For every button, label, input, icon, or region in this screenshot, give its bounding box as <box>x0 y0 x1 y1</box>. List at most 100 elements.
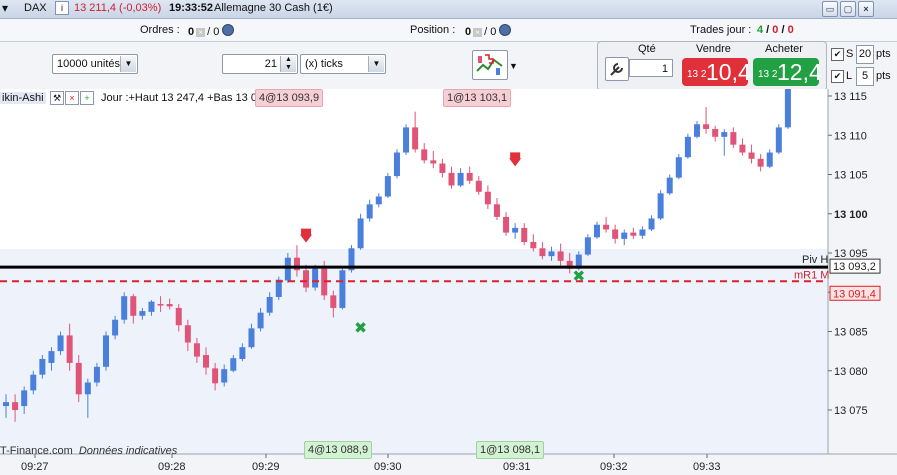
x-tick-label: 09:30 <box>374 461 402 473</box>
orders-bar: Ordres : 0 ×/ 0 Position : 0 ×/ 0 Trades j… <box>0 19 897 42</box>
pivot-label: Piv H <box>802 254 828 266</box>
close-position-icon[interactable]: × <box>473 28 483 37</box>
sell-button[interactable]: 13 2 10,4 <box>682 58 751 86</box>
cancel-orders-icon[interactable]: × <box>196 28 206 37</box>
candle-body <box>266 296 273 313</box>
x-axis-area <box>0 454 897 475</box>
candle-body <box>257 312 264 329</box>
candle-body <box>648 218 655 230</box>
candle-body <box>330 295 337 308</box>
candle-body <box>784 89 791 128</box>
orders-settings-icon[interactable] <box>222 24 235 36</box>
info-icon[interactable]: i <box>55 1 69 15</box>
x-tick-label: 09:29 <box>252 461 280 473</box>
candle-body <box>457 172 464 186</box>
orders-value: 0 <box>188 26 195 38</box>
pivot-price-label: 13 093,2 <box>833 261 876 273</box>
candle-body <box>30 374 37 391</box>
candle-body <box>357 218 364 249</box>
symbol-label[interactable]: DAX <box>24 2 47 14</box>
indicator-add-icon[interactable]: + <box>80 91 94 105</box>
execution-tag-top[interactable]: 4@13 093,9 <box>255 89 324 107</box>
chart-tools-button[interactable] <box>472 50 508 80</box>
candle-body <box>130 296 137 316</box>
candle-body <box>748 152 755 159</box>
candle-body <box>393 152 400 177</box>
execution-tag-bottom[interactable]: 4@13 088,9 <box>304 441 373 459</box>
chevron-down-icon[interactable]: ▼ <box>120 56 136 72</box>
instrument-name: Allemagne 30 Cash (1€) <box>214 2 333 14</box>
indicator-settings-icon[interactable]: ⚒ <box>50 91 64 105</box>
clock: 19:33:52 <box>169 2 214 14</box>
trade-panel: Qté 1 Vendre Acheter 13 2 10,4 13 2 12,4 <box>597 41 827 91</box>
candle-body <box>775 127 782 153</box>
candle-body <box>66 335 73 363</box>
candle-body <box>721 132 728 137</box>
candle-body <box>312 268 319 288</box>
candle-body <box>766 152 773 167</box>
candle-body <box>339 270 346 308</box>
y-tick-label: 13 110 <box>834 130 867 142</box>
wrench-button[interactable] <box>605 57 629 81</box>
position-count[interactable]: 0 ×/ 0 <box>465 24 512 38</box>
buy-price-prefix: 13 2 <box>758 69 778 80</box>
ticks-spinner[interactable]: 21 ▲ ▼ <box>222 54 298 74</box>
stop-value-input[interactable]: 20 <box>856 45 874 64</box>
candle-body <box>48 351 55 363</box>
limit-value-input[interactable]: 5 <box>856 67 874 86</box>
maximize-button[interactable]: ▢ <box>840 1 856 17</box>
price-chart[interactable]: 13 11513 11013 10513 10013 09513 09013 0… <box>0 89 897 475</box>
stop-checkbox[interactable]: ✔ <box>831 48 844 61</box>
candle-body <box>84 382 91 395</box>
buy-label: Acheter <box>765 43 803 55</box>
buy-button[interactable]: 13 2 12,4 <box>753 58 822 86</box>
limit-checkbox[interactable]: ✔ <box>831 70 844 83</box>
candle-body <box>612 229 619 239</box>
y-tick-label: 13 095 <box>834 248 868 260</box>
candle-body <box>539 248 546 257</box>
candle-body <box>284 257 291 281</box>
sell-price: 10,4 <box>706 59 751 85</box>
candle-body <box>248 328 255 348</box>
mr1-price-label: 13 091,4 <box>833 288 876 300</box>
buy-price: 12,4 <box>777 59 822 85</box>
mr1-label: mR1 M <box>794 269 829 281</box>
close-button[interactable]: × <box>858 1 874 17</box>
candle-body <box>275 279 282 297</box>
execution-tag-bottom[interactable]: 1@13 098,1 <box>476 441 545 459</box>
candle-body <box>12 402 19 410</box>
qty-label: Qté <box>638 43 656 55</box>
indicator-name[interactable]: ikin-Ashi <box>0 92 46 104</box>
ticks-unit-select[interactable]: (x) ticks ▼ <box>300 54 386 74</box>
chevron-down-icon[interactable]: ▼ <box>368 56 384 72</box>
limit-label: L <box>846 70 853 82</box>
wrench-icon <box>610 63 623 76</box>
execution-tag-top[interactable]: 1@13 103,1 <box>443 89 512 107</box>
position-settings-icon[interactable] <box>499 24 512 36</box>
sell-label: Vendre <box>696 43 731 55</box>
candle-body <box>621 232 628 239</box>
candle-body <box>421 149 428 161</box>
orders-total: / 0 <box>207 26 220 38</box>
plot-shade <box>0 249 828 454</box>
x-tick-label: 09:31 <box>503 461 531 473</box>
candle-body <box>139 311 146 316</box>
indicator-remove-icon[interactable]: × <box>65 91 79 105</box>
spinner-arrows-icon[interactable]: ▲ ▼ <box>280 56 296 72</box>
candle-body <box>193 343 200 357</box>
candle-body <box>166 304 173 307</box>
candle-body <box>439 163 446 173</box>
candle-body <box>93 366 100 383</box>
qty-input[interactable]: 1 <box>629 59 673 77</box>
candle-body <box>39 358 46 375</box>
chart-tools-dropdown-icon[interactable]: ▼ <box>509 61 518 71</box>
y-tick-label: 13 080 <box>834 366 868 378</box>
x-tick-label: 09:33 <box>693 461 721 473</box>
sell-price-prefix: 13 2 <box>687 69 707 80</box>
minimize-button[interactable]: ▭ <box>822 1 838 17</box>
menu-icon[interactable]: ▾ <box>2 1 8 15</box>
units-select[interactable]: 10000 unités ▼ <box>52 54 138 74</box>
orders-count[interactable]: 0 ×/ 0 <box>188 24 235 38</box>
candle-body <box>739 144 746 153</box>
candle-body <box>466 172 473 181</box>
